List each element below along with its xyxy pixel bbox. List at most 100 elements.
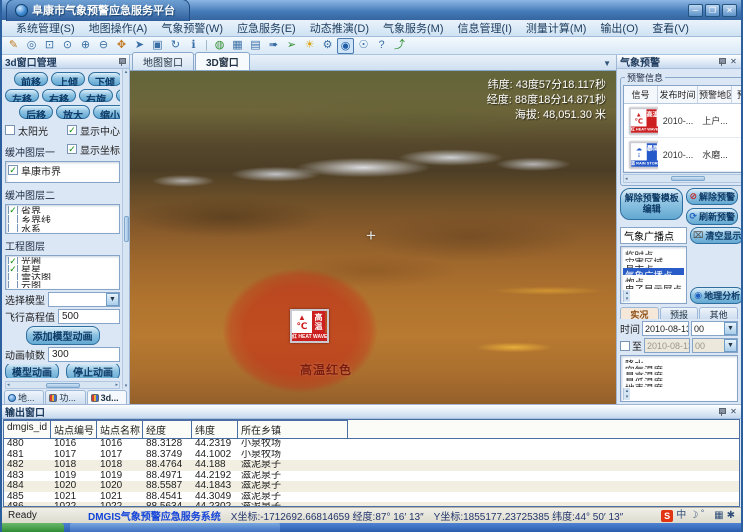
- checkbox-icon[interactable]: ✓: [8, 206, 18, 214]
- pan-hand-icon[interactable]: ✥: [113, 38, 130, 54]
- checkbox-icon[interactable]: ✓: [8, 265, 18, 272]
- zoom-box-icon[interactable]: ⊡: [41, 38, 58, 54]
- warning-row-rain[interactable]: ☁፧暴雨 蓝 RAIN STORM 2010-... 水磨...: [624, 138, 741, 172]
- checkbox-icon[interactable]: ✓: [67, 144, 77, 154]
- menu-item[interactable]: 系统管理(S): [10, 19, 81, 37]
- scroll-down-icon[interactable]: ▾: [626, 394, 629, 400]
- scroll-left-icon[interactable]: ◂: [7, 382, 10, 388]
- scrollbar-thumb[interactable]: [46, 383, 80, 388]
- to-date-checkbox[interactable]: [620, 341, 630, 351]
- layer-item[interactable]: ✓ 星星: [8, 265, 117, 272]
- point-type-combo[interactable]: 气象广播点: [620, 227, 687, 244]
- chevron-down-icon[interactable]: ▼: [724, 339, 737, 352]
- zoom-window-icon[interactable]: ◎: [23, 38, 40, 54]
- table-row[interactable]: 484 1020 1020 88.5587 44.1843 滋泥泉子: [4, 481, 739, 492]
- table-row[interactable]: 483 1019 1019 88.4971 44.2192 滋泥泉子: [4, 471, 739, 482]
- to-date-select[interactable]: 2010-08-13 ▼: [644, 338, 690, 353]
- restore-button[interactable]: ❐: [705, 4, 720, 17]
- vertical-scrollbar[interactable]: ▴ ▾: [122, 69, 129, 389]
- scroll-right-icon[interactable]: ▸: [115, 382, 118, 388]
- release-warning-button[interactable]: ⊘ 解除预警: [686, 188, 738, 205]
- close-panel-icon[interactable]: ✕: [729, 57, 738, 66]
- terrain-3d-view[interactable]: 纬度: 43度57分18.117秒 经度: 88度18分14.871秒 海拔: …: [130, 71, 616, 404]
- model-animation-button[interactable]: 模型动画: [5, 364, 59, 378]
- to-hour-select[interactable]: 00 ▼: [692, 338, 738, 353]
- nav-button[interactable]: 左旋: [116, 89, 120, 103]
- add-model-animation-button[interactable]: 添加模型动画: [26, 326, 100, 345]
- checkbox-icon[interactable]: ✓: [8, 165, 18, 175]
- pin-icon[interactable]: [118, 57, 126, 66]
- left-panel-tab[interactable]: 地...: [4, 390, 44, 404]
- left-panel-tab[interactable]: 功...: [45, 390, 85, 404]
- checkbox-icon[interactable]: [8, 224, 18, 232]
- point-type-item[interactable]: 气象广播点: [623, 268, 684, 275]
- project-layer-list[interactable]: ✓ 光圈 ✓ 星星 雷达图: [5, 255, 120, 290]
- flight-elevation-input[interactable]: 500: [58, 309, 120, 324]
- show-center-checkbox[interactable]: ✓ 显示中心: [67, 123, 120, 138]
- halfwidth-moon-icon[interactable]: ☽: [689, 510, 698, 522]
- table-row[interactable]: 480 1016 1016 88.3128 44.2319 小泉牧场: [4, 439, 739, 450]
- close-button[interactable]: ✕: [722, 4, 737, 17]
- menu-item[interactable]: 动态推演(D): [304, 19, 375, 37]
- checkbox-icon[interactable]: [5, 125, 15, 135]
- chevron-down-icon[interactable]: ▼: [724, 322, 737, 335]
- left-panel-tab[interactable]: 3d...: [87, 390, 127, 404]
- vertical-scrollbar[interactable]: ▴ ▾: [623, 388, 630, 400]
- chevron-down-icon[interactable]: ▼: [603, 59, 614, 70]
- horizontal-scrollbar[interactable]: ◂ ▸: [5, 381, 120, 389]
- column-header[interactable]: 经度: [143, 420, 192, 438]
- exit-app-icon[interactable]: ⤴: [391, 38, 408, 54]
- minimize-button[interactable]: ─: [688, 4, 703, 17]
- start-button[interactable]: [2, 523, 64, 532]
- chinese-mode-icon[interactable]: 中: [676, 510, 686, 522]
- menu-item[interactable]: 测量计算(M): [520, 19, 593, 37]
- light-icon[interactable]: ☀: [301, 38, 318, 54]
- model-select[interactable]: ▼: [48, 292, 120, 307]
- buffer2-layer-list[interactable]: ✓ 省界 乡界线 水系: [5, 204, 120, 234]
- nav-button[interactable]: 放大: [56, 105, 90, 119]
- point-type-list[interactable]: 临时点灾害区域县市点气象广播点炮点电子显示屏点 ▴ ▾: [620, 246, 687, 304]
- layer-item[interactable]: ✓ 光圈: [8, 257, 117, 264]
- checkbox-icon[interactable]: [8, 215, 18, 223]
- column-header[interactable]: 站点名称: [97, 420, 143, 438]
- layer-item[interactable]: ✓ 省界: [8, 206, 117, 214]
- nav-button[interactable]: 左移: [5, 89, 39, 103]
- column-header[interactable]: dmgis_id: [4, 420, 51, 438]
- scroll-down-icon[interactable]: ▾: [626, 296, 629, 302]
- point-type-item[interactable]: 炮点: [623, 275, 684, 282]
- scrollbar-thumb[interactable]: [671, 176, 705, 181]
- date-select[interactable]: 2010-08-13 ▼: [642, 321, 689, 336]
- animation-frames-input[interactable]: 300: [48, 347, 120, 362]
- buffer1-layer-list[interactable]: ✓ 阜康市界: [5, 161, 120, 184]
- column-header[interactable]: 所在乡镇: [238, 420, 348, 438]
- soft-keyboard-icon[interactable]: ▦: [714, 510, 723, 522]
- checkbox-icon[interactable]: ✓: [67, 125, 77, 135]
- geo-analysis-button[interactable]: ◉ 地理分析: [690, 287, 741, 304]
- taskbar-item[interactable]: [70, 523, 280, 532]
- zoom-select-icon[interactable]: ⊙: [59, 38, 76, 54]
- table-row[interactable]: 485 1021 1021 88.4541 44.3049 滋泥泉子: [4, 492, 739, 503]
- menu-item[interactable]: 应急服务(E): [231, 19, 302, 37]
- menu-item[interactable]: 气象服务(M): [377, 19, 450, 37]
- warning-row-heat[interactable]: ▲℃高温 红 HEAT WAVE 2010-... 上户...: [624, 104, 741, 138]
- nav-button[interactable]: 缩小: [93, 105, 120, 119]
- edit-pencil-icon[interactable]: ✎: [5, 38, 22, 54]
- tab-map-window[interactable]: 地图窗口: [132, 52, 194, 70]
- element-item[interactable]: 地表温度: [623, 381, 735, 387]
- menu-item[interactable]: 输出(O): [594, 19, 644, 37]
- clear-display-button[interactable]: ⌧ 清空显示: [690, 227, 741, 244]
- nav-button[interactable]: 右旋: [79, 89, 113, 103]
- nav-button[interactable]: 上倾: [51, 72, 85, 86]
- heat-wave-warning-icon[interactable]: ▲ ℃ 高温 红 HEAT WAVE: [290, 309, 329, 343]
- data-tab[interactable]: 预报: [660, 307, 699, 319]
- checkbox-icon[interactable]: [8, 281, 18, 288]
- refresh-warning-button[interactable]: ⟳ 刷新预警: [686, 208, 738, 225]
- globe-3d-icon[interactable]: ◉: [337, 38, 354, 54]
- menu-item[interactable]: 地图操作(A): [83, 19, 154, 37]
- nav-button[interactable]: 下倾: [88, 72, 120, 86]
- settings-gear-icon[interactable]: ⚙: [319, 38, 336, 54]
- fly-route-icon[interactable]: ➢: [283, 38, 300, 54]
- close-panel-icon[interactable]: ✕: [729, 407, 738, 416]
- data-tab[interactable]: 实况: [620, 307, 659, 319]
- chevron-down-icon[interactable]: ▼: [106, 293, 119, 306]
